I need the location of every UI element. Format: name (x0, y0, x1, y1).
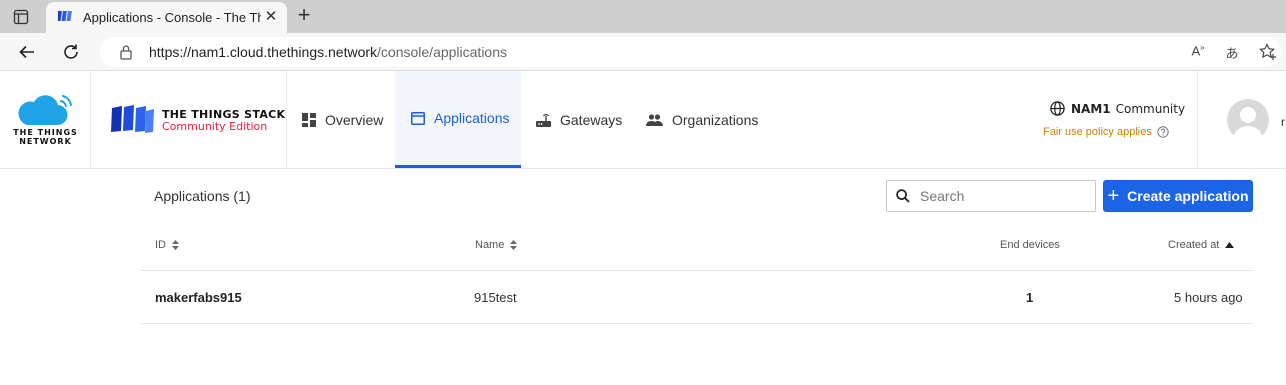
cell-created-at: 5 hours ago (1174, 290, 1243, 305)
cell-application-id: makerfabs915 (155, 290, 242, 305)
nav-gateways[interactable]: Gateways (521, 71, 638, 168)
header-divider (1197, 71, 1198, 168)
refresh-icon[interactable] (60, 41, 82, 63)
search-field[interactable] (886, 180, 1096, 212)
nav-overview[interactable]: Overview (287, 71, 395, 168)
cluster-indicator[interactable]: NAM1 Community (1050, 101, 1185, 116)
nav-applications-label: Applications (434, 110, 510, 126)
search-icon (896, 189, 910, 203)
table-row[interactable]: makerfabs915 915test 1 5 hours ago (141, 271, 1253, 324)
column-created-at-label: Created at (1168, 239, 1220, 251)
user-name[interactable]: r (1281, 115, 1285, 129)
create-application-label: Create application (1127, 188, 1249, 204)
people-icon (646, 113, 663, 126)
globe-icon (1050, 101, 1065, 116)
nav-organizations[interactable]: Organizations (638, 71, 768, 168)
column-header-name[interactable]: Name (475, 239, 518, 251)
help-circle-icon[interactable] (1157, 126, 1169, 138)
url-path: /console/applications (377, 44, 508, 60)
column-end-devices-label: End devices (1000, 239, 1060, 251)
nav-organizations-label: Organizations (672, 111, 759, 128)
sort-icon (510, 240, 518, 250)
tab-title: Applications - Console - The Things Stac… (83, 10, 261, 25)
new-tab-icon[interactable]: + (293, 4, 315, 27)
router-icon (536, 113, 551, 127)
read-aloud-icon[interactable]: A» (1188, 43, 1208, 61)
nav-gateways-label: Gateways (560, 111, 623, 128)
console-header: THE THINGS NETWORK THE THINGS STACK Comm… (0, 71, 1286, 169)
back-arrow-icon[interactable] (16, 41, 38, 63)
address-bar[interactable]: https://nam1.cloud.thethings.network/con… (100, 37, 1281, 67)
nav-overview-label: Overview (325, 111, 384, 128)
user-silhouette-icon (1232, 107, 1264, 141)
search-input[interactable] (920, 188, 1080, 204)
cluster-name: NAM1 (1071, 101, 1111, 116)
user-avatar[interactable] (1227, 99, 1269, 141)
nav-applications[interactable]: Applications (395, 71, 521, 168)
cell-application-name: 915test (474, 290, 517, 305)
sort-icon (172, 240, 179, 250)
create-application-button[interactable]: + Create application (1103, 180, 1253, 212)
page-title: Applications (1) (154, 188, 251, 204)
fair-use-text: Fair use policy applies (1043, 126, 1152, 138)
tab-actions-icon[interactable] (10, 6, 32, 28)
translate-icon[interactable]: あ (1222, 43, 1242, 61)
cloud-icon (18, 95, 72, 126)
stack-logo-icon (111, 105, 154, 133)
url-host: https://nam1.cloud.thethings.network (149, 44, 378, 60)
ttn-logo-text: THE THINGS NETWORK (0, 128, 91, 146)
table-header: ID Name End devices Created at (141, 227, 1253, 271)
ttn-logo-line2: NETWORK (19, 137, 72, 146)
window-icon (411, 111, 425, 125)
column-id-label: ID (155, 239, 166, 251)
favorite-star-icon[interactable] (1258, 43, 1278, 61)
cell-end-devices: 1 (1026, 290, 1034, 305)
plus-icon: + (1107, 185, 1120, 207)
browser-tab-active[interactable]: Applications - Console - The Things Stac… (46, 2, 287, 33)
column-header-id[interactable]: ID (155, 239, 179, 251)
column-header-end-devices: End devices (1000, 239, 1060, 251)
dashboard-icon (302, 112, 316, 127)
fair-use-policy-link[interactable]: Fair use policy applies (1043, 126, 1169, 138)
tab-favicon-icon (56, 9, 74, 27)
stack-edition: Community Edition (162, 120, 268, 133)
ttn-logo-line1: THE THINGS (13, 128, 78, 137)
sort-ascending-icon (1225, 242, 1235, 248)
column-name-label: Name (475, 239, 505, 251)
url-text: https://nam1.cloud.thethings.network/con… (149, 44, 507, 60)
the-things-stack-logo[interactable]: THE THINGS STACK Community Edition (91, 71, 287, 168)
close-tab-icon[interactable]: ✕ (263, 9, 279, 25)
ttn-logo[interactable]: THE THINGS NETWORK (0, 71, 91, 168)
applications-page: Applications (1) + Create application ID… (0, 169, 1286, 385)
cluster-label: Community (1115, 101, 1186, 116)
browser-toolbar: https://nam1.cloud.thethings.network/con… (0, 33, 1286, 71)
lock-icon[interactable] (119, 44, 133, 65)
browser-tab-strip: Applications - Console - The Things Stac… (0, 0, 1286, 33)
read-aloud-glyph: A (1191, 43, 1201, 59)
column-header-created-at[interactable]: Created at (1168, 239, 1235, 251)
